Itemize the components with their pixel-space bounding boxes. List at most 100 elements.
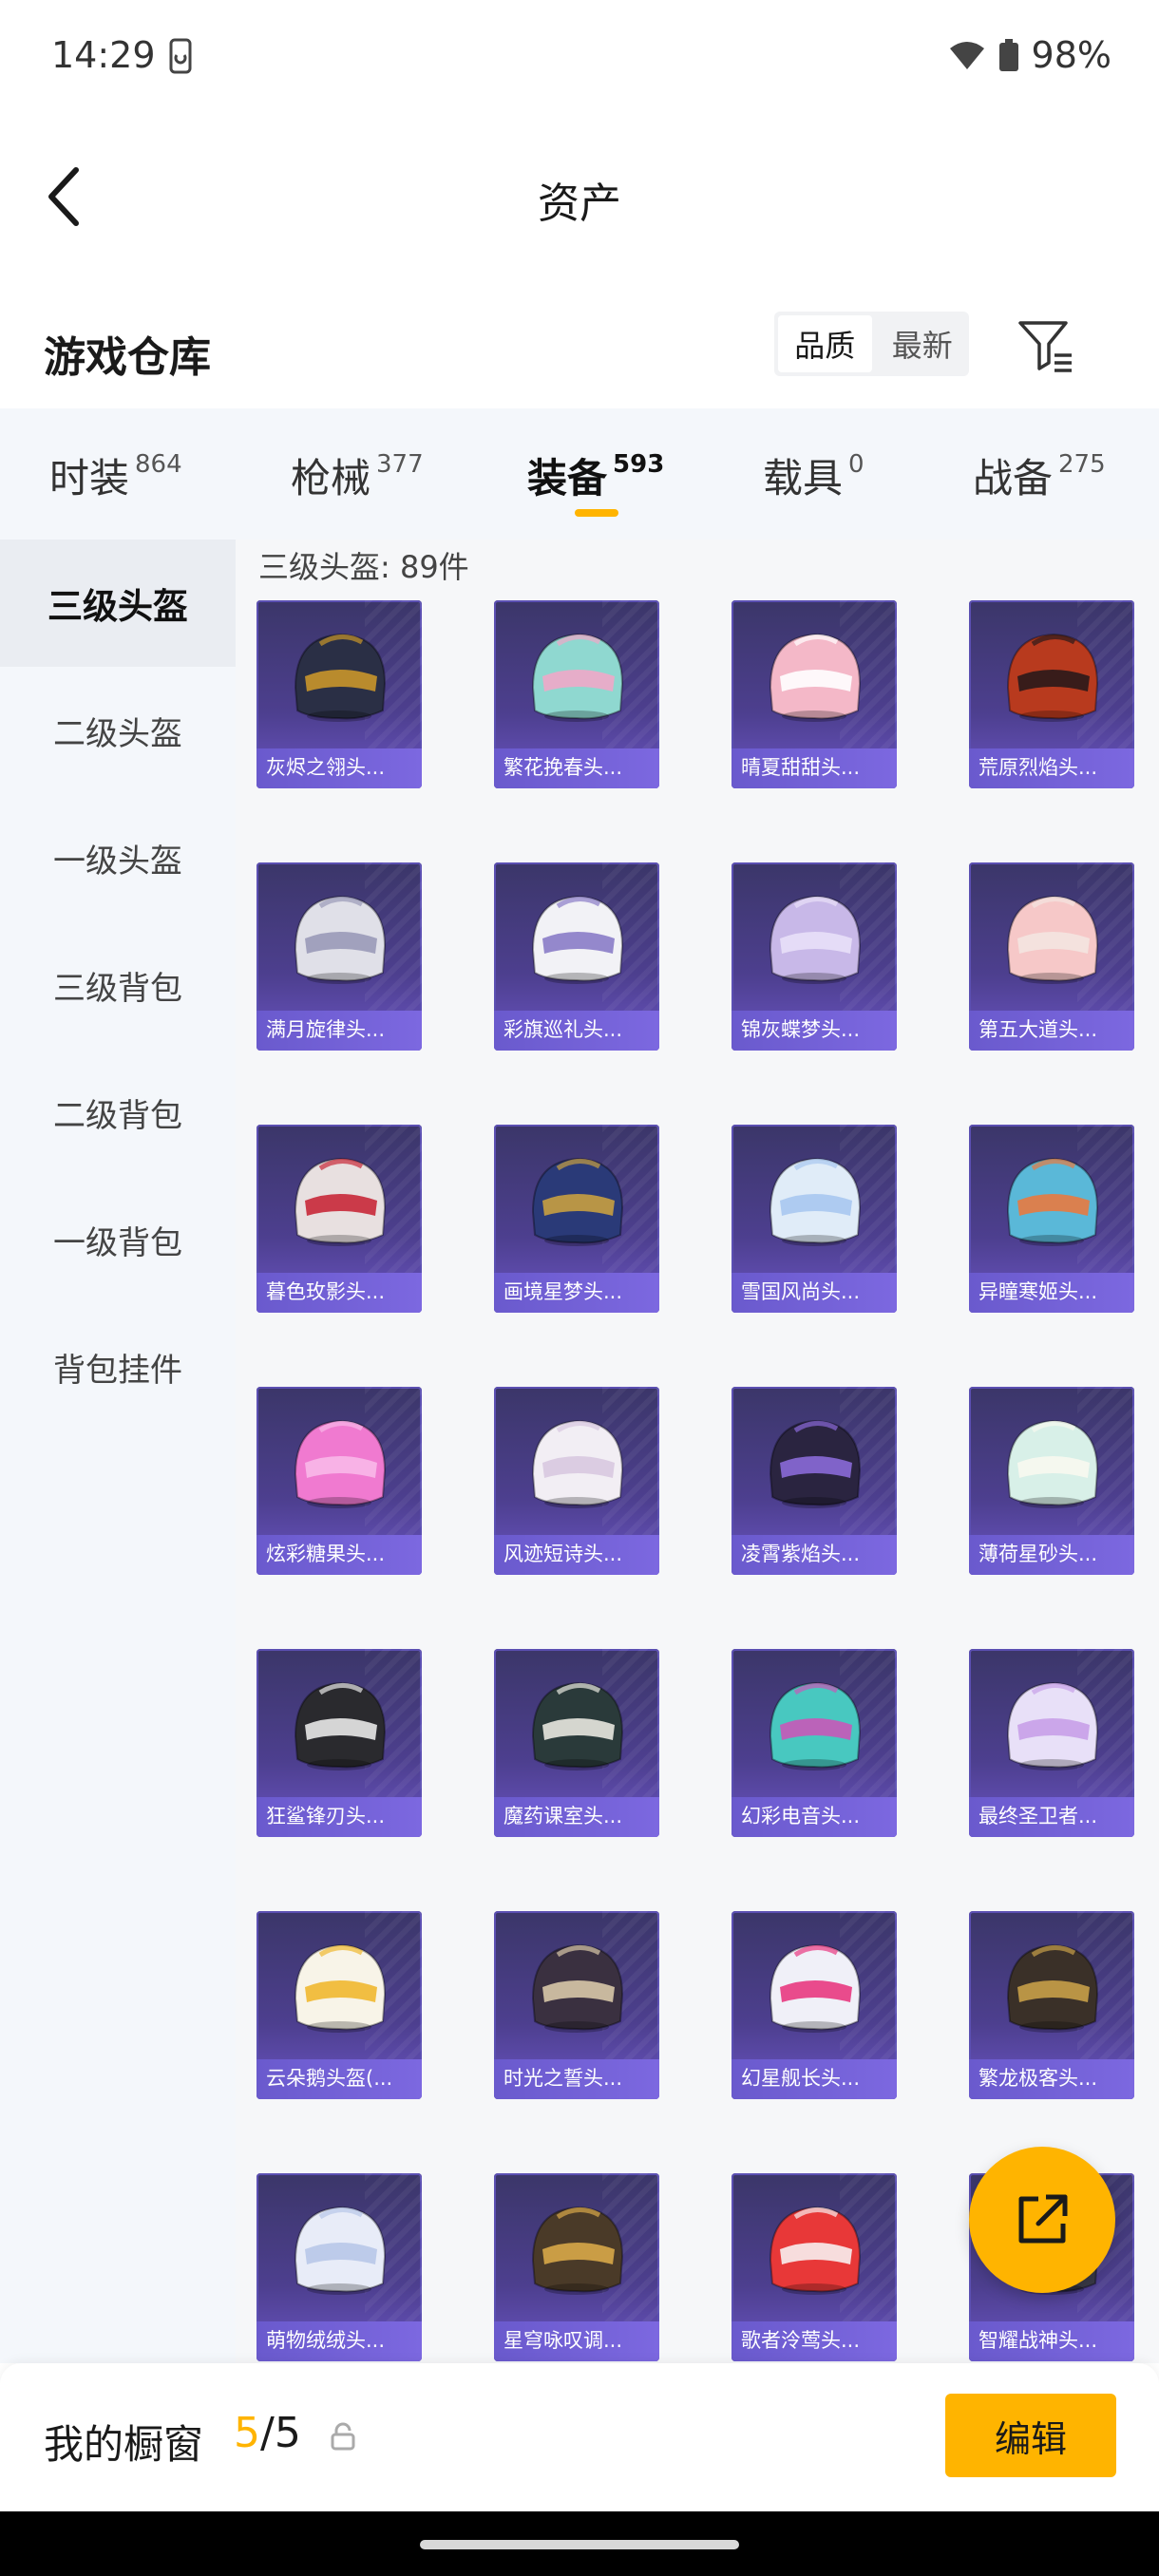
item-card[interactable]: 最终圣卫者... <box>969 1649 1134 1837</box>
helmet-icon <box>294 633 387 722</box>
sort-quality-button[interactable]: 品质 <box>778 315 872 372</box>
item-card[interactable]: 幻彩电音头... <box>732 1649 897 1837</box>
helmet-icon <box>531 2206 624 2295</box>
item-card[interactable]: 风迹短诗头... <box>494 1387 659 1575</box>
status-time: 14:29 <box>51 34 156 76</box>
helmet-icon <box>769 1943 862 2033</box>
item-card[interactable]: 画境星梦头... <box>494 1125 659 1313</box>
item-card[interactable]: 繁龙极客头... <box>969 1911 1134 2099</box>
item-card[interactable]: 异瞳寒姬头... <box>969 1125 1134 1313</box>
item-card[interactable]: 歌者泠莺头... <box>732 2173 897 2361</box>
share-icon <box>1018 2194 1068 2244</box>
sidebar-item-level2-helmet[interactable]: 二级头盔 <box>0 667 236 794</box>
item-name: 风迹短诗头... <box>504 1543 623 1565</box>
item-name: 炫彩糖果头... <box>266 1543 386 1565</box>
tab-label: 载具 <box>763 455 844 502</box>
item-card[interactable]: 狂鲨锋刃头... <box>256 1649 422 1837</box>
sidebar-item-level1-backpack[interactable]: 一级背包 <box>0 1176 236 1303</box>
item-card[interactable]: 灰烬之翎头... <box>256 600 422 788</box>
item-name: 最终圣卫者... <box>978 1805 1098 1828</box>
item-card[interactable]: 繁花挽春头... <box>494 600 659 788</box>
item-card[interactable]: 星穹咏叹调... <box>494 2173 659 2361</box>
item-name: 繁龙极客头... <box>978 2067 1098 2090</box>
item-card[interactable]: 魔药课室头... <box>494 1649 659 1837</box>
item-name: 幻星舰长头... <box>741 2067 861 2090</box>
item-card[interactable]: 满月旋律头... <box>256 862 422 1051</box>
tab-count: 0 <box>848 450 864 479</box>
item-name: 薄荷星砂头... <box>978 1543 1098 1565</box>
helmet-icon <box>769 633 862 722</box>
item-name: 锦灰蝶梦头... <box>741 1018 861 1041</box>
item-name: 异瞳寒姬头... <box>978 1280 1098 1303</box>
filter-icon[interactable] <box>1015 315 1075 376</box>
item-name: 智耀战神头... <box>978 2329 1098 2352</box>
tab-fashion[interactable]: 时装 864 <box>49 446 182 504</box>
item-name: 雪国风尚头... <box>741 1280 861 1303</box>
helmet-icon <box>294 1157 387 1246</box>
category-tabs: 时装 864 枪械 377 装备 593 载具 0 战备 275 <box>0 408 1159 540</box>
sidebar-item-backpack-charm[interactable]: 背包挂件 <box>0 1303 236 1430</box>
helmet-icon <box>294 1943 387 2033</box>
showcase-current: 5 <box>234 2409 260 2457</box>
item-card[interactable]: 彩旗巡礼头... <box>494 862 659 1051</box>
sidebar: 三级头盔 二级头盔 一级头盔 三级背包 二级背包 一级背包 背包挂件 <box>0 540 236 2363</box>
helmet-icon <box>531 1157 624 1246</box>
tab-label: 战备 <box>973 455 1054 502</box>
item-card[interactable]: 萌物绒绒头... <box>256 2173 422 2361</box>
item-card[interactable]: 时光之誓头... <box>494 1911 659 2099</box>
helmet-icon <box>1006 1681 1099 1771</box>
item-name: 时光之誓头... <box>504 2067 623 2090</box>
helmet-icon <box>531 633 624 722</box>
helmet-icon <box>1006 1157 1099 1246</box>
helmet-icon <box>531 1943 624 2033</box>
tab-count: 864 <box>135 450 182 479</box>
tab-label: 时装 <box>49 455 130 502</box>
share-button[interactable] <box>969 2147 1115 2293</box>
section-title: 游戏仓库 <box>44 333 211 382</box>
item-card[interactable]: 炫彩糖果头... <box>256 1387 422 1575</box>
sort-toggle: 品质 最新 <box>774 312 969 376</box>
item-name: 歌者泠莺头... <box>741 2329 861 2352</box>
battery-level: 98% <box>1031 34 1112 76</box>
tab-supplies[interactable]: 战备 275 <box>973 446 1106 504</box>
item-card[interactable]: 晴夏甜甜头... <box>732 600 897 788</box>
showcase-label: 我的橱窗 <box>44 2421 204 2468</box>
item-content: 三级头盔: 89件 灰烬之翎头... 繁花挽春头... 晴夏甜甜头... 荒原烈焰头.… <box>236 540 1159 2363</box>
item-card[interactable]: 雪国风尚头... <box>732 1125 897 1313</box>
helmet-icon <box>769 1157 862 1246</box>
tab-guns[interactable]: 枪械 377 <box>291 446 424 504</box>
item-card[interactable]: 薄荷星砂头... <box>969 1387 1134 1575</box>
item-name: 繁花挽春头... <box>504 756 623 779</box>
sidebar-item-level1-helmet[interactable]: 一级头盔 <box>0 794 236 921</box>
item-card[interactable]: 凌霄紫焰头... <box>732 1387 897 1575</box>
helmet-icon <box>1006 1419 1099 1508</box>
helmet-icon <box>531 895 624 984</box>
page-title: 资产 <box>538 180 621 228</box>
item-name: 幻彩电音头... <box>741 1805 861 1828</box>
status-bar: 14:29 98% <box>0 0 1159 114</box>
item-name: 画境星梦头... <box>504 1280 623 1303</box>
item-card[interactable]: 锦灰蝶梦头... <box>732 862 897 1051</box>
tab-count: 275 <box>1058 450 1106 479</box>
item-card[interactable]: 第五大道头... <box>969 862 1134 1051</box>
home-gesture-handle[interactable] <box>420 2540 739 2549</box>
edit-button[interactable]: 编辑 <box>945 2394 1116 2477</box>
tab-label: 装备 <box>527 455 608 502</box>
item-card[interactable]: 云朵鹅头盔(... <box>256 1911 422 2099</box>
item-card[interactable]: 暮色玫影头... <box>256 1125 422 1313</box>
sidebar-item-level3-backpack[interactable]: 三级背包 <box>0 921 236 1049</box>
sidebar-item-level2-backpack[interactable]: 二级背包 <box>0 1049 236 1176</box>
item-name: 彩旗巡礼头... <box>504 1018 623 1041</box>
item-name: 第五大道头... <box>978 1018 1098 1041</box>
helmet-icon <box>769 895 862 984</box>
item-card[interactable]: 荒原烈焰头... <box>969 600 1134 788</box>
item-card[interactable]: 幻星舰长头... <box>732 1911 897 2099</box>
active-tab-indicator <box>575 509 618 517</box>
section-header: 游戏仓库 品质 最新 <box>0 294 1159 399</box>
sort-newest-button[interactable]: 最新 <box>876 312 970 376</box>
tab-equipment[interactable]: 装备 593 <box>527 446 664 504</box>
tab-vehicles[interactable]: 载具 0 <box>763 446 864 504</box>
item-name: 萌物绒绒头... <box>266 2329 386 2352</box>
sidebar-item-level3-helmet[interactable]: 三级头盔 <box>0 540 236 667</box>
item-name: 魔药课室头... <box>504 1805 623 1828</box>
